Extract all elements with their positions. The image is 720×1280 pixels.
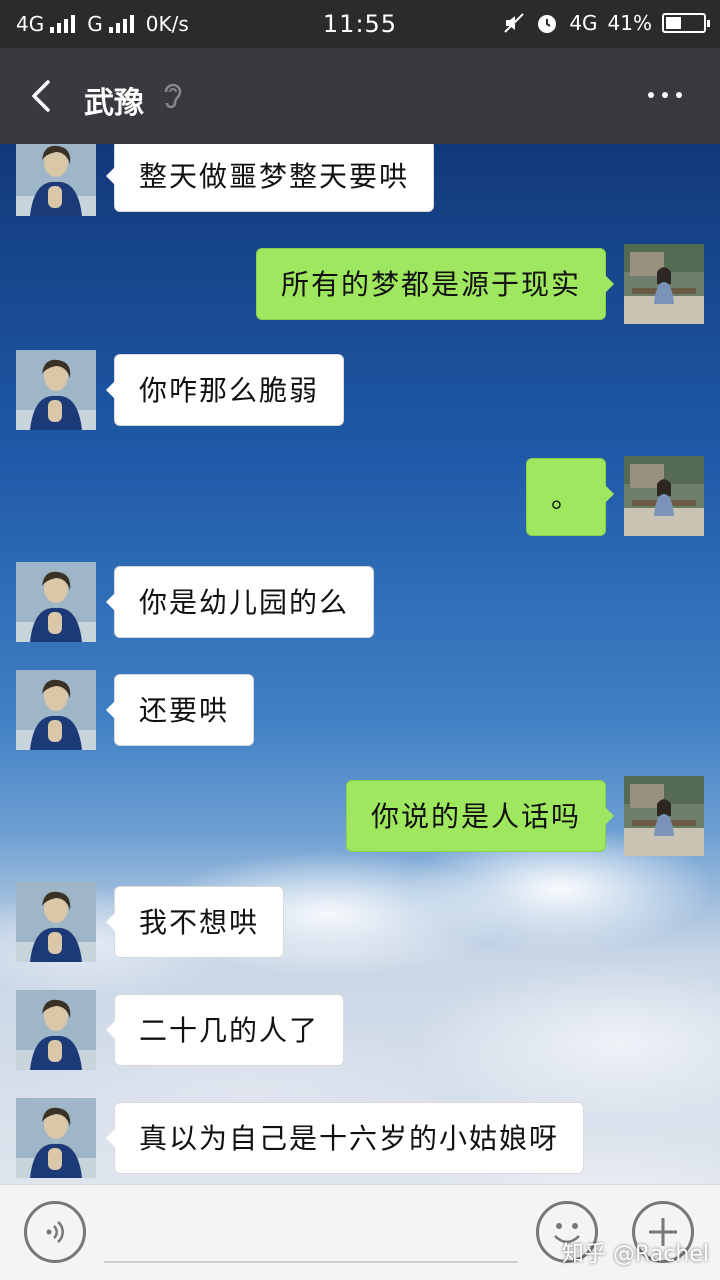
more-options-icon[interactable] (648, 92, 682, 98)
voice-input-button[interactable] (24, 1201, 86, 1263)
contact-avatar[interactable] (16, 562, 96, 642)
voice-icon (46, 1221, 64, 1243)
status-bar: 4G G 0K/s 11:55 4G 41% (0, 0, 720, 48)
battery-percent: 41% (607, 11, 652, 35)
earpiece-mode-icon (164, 83, 182, 109)
incoming-message-bubble[interactable]: 真以为自己是十六岁的小姑娘呀 (105, 1102, 585, 1174)
contact-avatar[interactable] (16, 350, 96, 430)
incoming-message-bubble[interactable]: 整天做噩梦整天要哄 (105, 144, 435, 212)
incoming-message-bubble[interactable]: 二十几的人了 (105, 994, 345, 1066)
contact-avatar[interactable] (16, 670, 96, 750)
incoming-message-bubble[interactable]: 你是幼儿园的么 (105, 566, 375, 638)
contact-avatar[interactable] (16, 990, 96, 1070)
contact-name: 武豫 (84, 86, 144, 121)
battery-fill (666, 17, 681, 29)
message-input[interactable] (104, 1261, 518, 1263)
incoming-message-bubble[interactable]: 还要哄 (105, 674, 255, 746)
incoming-message-bubble[interactable]: 你咋那么脆弱 (105, 354, 345, 426)
chat-header: 武豫 (0, 48, 720, 144)
battery-icon (662, 13, 710, 33)
watermark: 知乎 @Rachel (562, 1242, 709, 1267)
contact-avatar[interactable] (16, 882, 96, 962)
my-avatar[interactable] (624, 244, 704, 324)
network-type-right: 4G (569, 11, 598, 35)
outgoing-message-bubble[interactable]: 你说的是人话吗 (345, 780, 615, 852)
outgoing-message-bubble[interactable]: 。 (525, 458, 615, 536)
alarm-icon (538, 15, 557, 33)
back-arrow-icon[interactable] (26, 78, 62, 114)
my-avatar[interactable] (624, 776, 704, 856)
incoming-message-bubble[interactable]: 我不想哄 (105, 886, 285, 958)
chat-area[interactable]: 整天做噩梦整天要哄 所有的梦都是源于现实 你咋那么脆弱 。 你是幼儿园的么 还要… (0, 144, 720, 1184)
outgoing-message-bubble[interactable]: 所有的梦都是源于现实 (255, 248, 615, 320)
contact-avatar[interactable] (16, 144, 96, 216)
contact-avatar[interactable] (16, 1098, 96, 1178)
mute-icon (504, 13, 525, 33)
my-avatar[interactable] (624, 456, 704, 536)
